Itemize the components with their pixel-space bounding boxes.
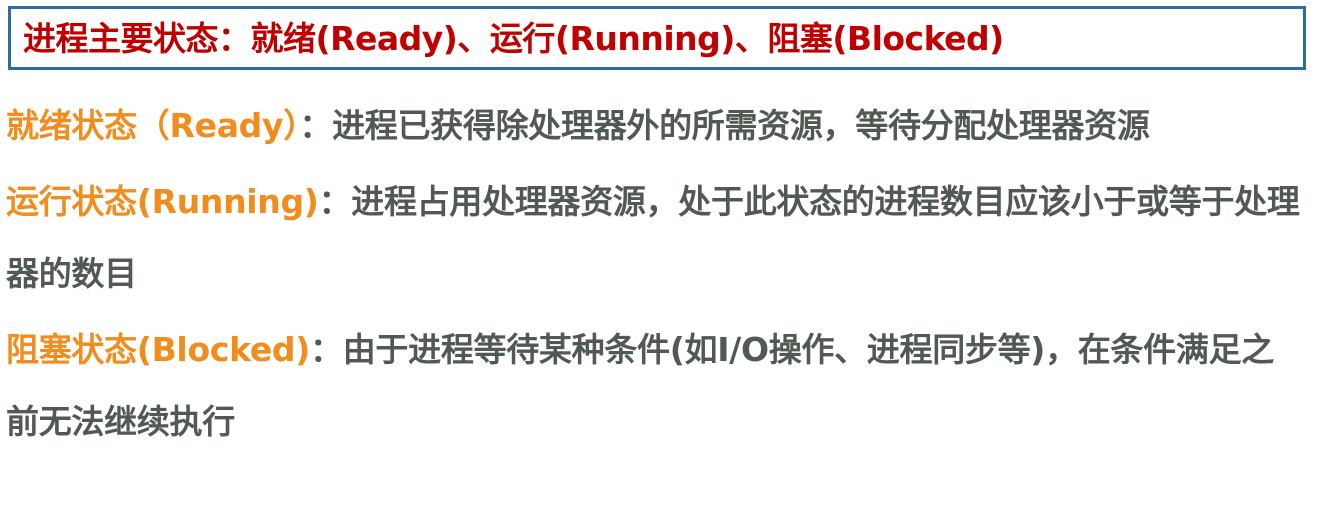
state-definitions: 就绪状态（Ready）：进程已获得除处理器外的所需资源，等待分配处理器资源 运行… [6, 90, 1306, 462]
blocked-state-separator: ： [310, 330, 343, 369]
blocked-state-term: 阻塞状态(Blocked) [6, 330, 311, 369]
page-title: 进程主要状态：就绪(Ready)、运行(Running)、阻塞(Blocked) [23, 18, 1004, 58]
title-banner: 进程主要状态：就绪(Ready)、运行(Running)、阻塞(Blocked) [8, 6, 1306, 70]
ready-state-term: 就绪状态（Ready） [6, 106, 300, 145]
running-state-term: 运行状态(Running) [6, 182, 319, 221]
ready-state-separator: ： [299, 106, 333, 145]
running-state-separator: ： [318, 182, 352, 221]
blocked-state-paragraph: 阻塞状态(Blocked)：由于进程等待某种条件(如I/O操作、进程同步等)，在… [6, 314, 1306, 458]
ready-state-description: 进程已获得除处理器外的所需资源，等待分配处理器资源 [332, 106, 1150, 145]
ready-state-paragraph: 就绪状态（Ready）：进程已获得除处理器外的所需资源，等待分配处理器资源 [6, 90, 1306, 162]
running-state-paragraph: 运行状态(Running)：进程占用处理器资源，处于此状态的进程数目应该小于或等… [6, 166, 1306, 310]
